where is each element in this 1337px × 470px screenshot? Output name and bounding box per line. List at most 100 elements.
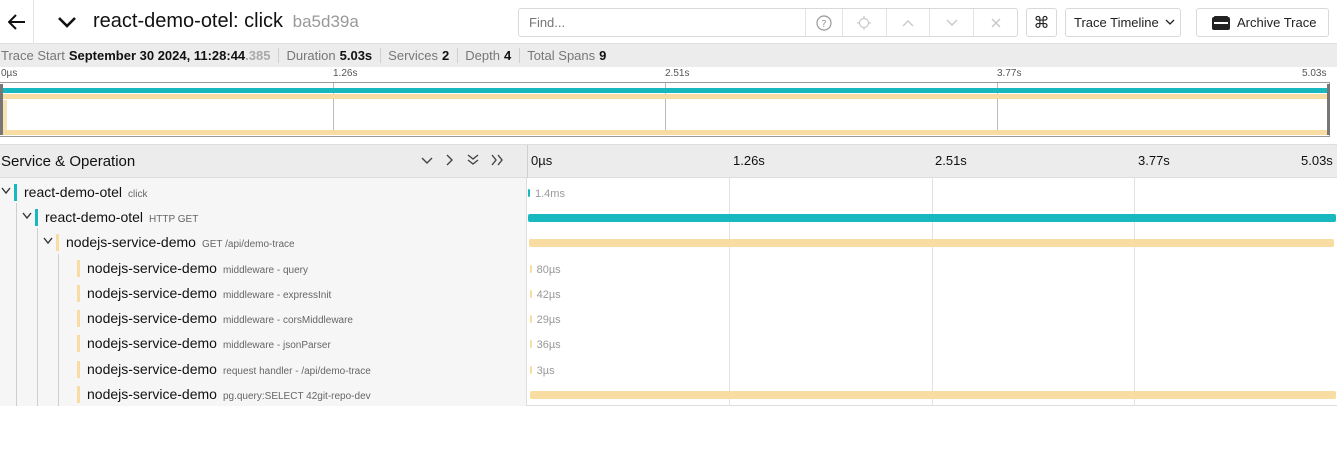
span-bar[interactable] bbox=[529, 265, 532, 273]
expand-all-button[interactable] bbox=[491, 154, 505, 169]
span-bar[interactable] bbox=[528, 214, 1336, 222]
span-bar[interactable] bbox=[529, 315, 532, 323]
chevron-down-icon bbox=[421, 157, 433, 164]
timeline-tick: 3.77s bbox=[1138, 153, 1170, 168]
service-color-marker bbox=[56, 234, 59, 251]
next-match-button[interactable] bbox=[929, 9, 973, 36]
service-name: nodejs-service-demo bbox=[66, 234, 196, 250]
service-color-marker bbox=[77, 335, 80, 352]
minimap-tick: 1.26s bbox=[333, 68, 358, 79]
minimap-span-bar bbox=[2, 130, 1328, 135]
expand-toggle[interactable] bbox=[1, 184, 13, 196]
service-name: nodejs-service-demo bbox=[87, 310, 217, 326]
trace-title: react-demo-otel: click ba5d39a bbox=[93, 10, 359, 33]
span-row[interactable]: nodejs-service-demo middleware - query 80µ… bbox=[0, 256, 1337, 281]
span-service-name[interactable]: react-demo-otel HTTP GET bbox=[45, 209, 198, 225]
collapse-chevron-icon[interactable] bbox=[56, 11, 78, 33]
collapse-one-button[interactable] bbox=[421, 154, 433, 169]
timeline-tick: 1.26s bbox=[733, 153, 765, 168]
span-duration-label: 36µs bbox=[536, 339, 561, 351]
span-bar[interactable] bbox=[529, 366, 532, 374]
column-resizer[interactable] bbox=[527, 145, 528, 178]
span-row[interactable]: react-demo-otel click 1.4ms bbox=[0, 180, 1337, 205]
service-color-marker bbox=[77, 361, 80, 378]
span-service-name[interactable]: nodejs-service-demo GET /api/demo-trace bbox=[66, 234, 295, 250]
expand-one-button[interactable] bbox=[445, 154, 455, 169]
tree-indent-guide bbox=[58, 254, 59, 406]
span-service-name[interactable]: nodejs-service-demo pg.query:SELECT 42git… bbox=[87, 386, 371, 402]
keyboard-shortcuts-button[interactable]: ⌘ bbox=[1026, 8, 1057, 37]
operation-name: HTTP GET bbox=[149, 214, 199, 225]
service-name: nodejs-service-demo bbox=[87, 361, 217, 377]
help-icon: ? bbox=[816, 14, 832, 31]
archive-trace-button[interactable]: Archive Trace bbox=[1196, 8, 1329, 37]
operation-name: middleware - query bbox=[222, 265, 308, 276]
span-row[interactable]: nodejs-service-demo middleware - corsMidd… bbox=[0, 306, 1337, 331]
service-name: react-demo-otel bbox=[24, 184, 123, 200]
span-service-name[interactable]: nodejs-service-demo middleware - jsonPars… bbox=[87, 335, 331, 351]
span-bar[interactable] bbox=[528, 239, 1335, 247]
minimap-tick: 5.03s bbox=[1302, 68, 1327, 79]
help-button[interactable]: ? bbox=[804, 9, 842, 36]
service-color-marker bbox=[77, 310, 80, 327]
command-icon: ⌘ bbox=[1033, 14, 1050, 32]
span-row[interactable]: react-demo-otel HTTP GET bbox=[0, 205, 1337, 230]
span-bar[interactable] bbox=[529, 340, 532, 348]
chevron-down-icon bbox=[22, 212, 32, 220]
prev-match-button[interactable] bbox=[885, 9, 930, 36]
span-bar[interactable] bbox=[529, 290, 532, 298]
trace-depth: Depth 4 bbox=[465, 48, 521, 63]
span-rows: react-demo-otel click 1.4ms react-demo-otel… bbox=[0, 178, 1337, 406]
trace-summary-bar: Trace Start September 30 2024, 11:28:44.… bbox=[0, 44, 1337, 67]
span-row[interactable]: nodejs-service-demo request handler - /ap… bbox=[0, 357, 1337, 382]
view-select-value: Trace Timeline bbox=[1074, 15, 1159, 30]
span-service-name[interactable]: react-demo-otel click bbox=[24, 184, 148, 200]
span-service-name[interactable]: nodejs-service-demo middleware - corsMidd… bbox=[87, 310, 353, 326]
clear-search-button[interactable] bbox=[973, 9, 1017, 36]
view-select[interactable]: Trace Timeline bbox=[1065, 8, 1181, 37]
service-color-marker bbox=[77, 386, 80, 403]
expand-toggle[interactable] bbox=[43, 234, 55, 246]
trace-services: Services 2 bbox=[388, 48, 459, 63]
timeline-tick: 5.03s bbox=[1301, 153, 1333, 168]
close-icon bbox=[991, 18, 1001, 27]
span-row[interactable]: nodejs-service-demo middleware - jsonPars… bbox=[0, 331, 1337, 356]
minimap-span-bar bbox=[2, 94, 1328, 99]
trace-id: ba5d39a bbox=[292, 12, 359, 31]
back-button[interactable] bbox=[0, 0, 34, 44]
archive-trace-label: Archive Trace bbox=[1237, 15, 1317, 30]
span-duration-label: 3µs bbox=[536, 365, 555, 377]
span-service-name[interactable]: nodejs-service-demo request handler - /ap… bbox=[87, 361, 371, 377]
find-input[interactable] bbox=[519, 9, 805, 36]
chevron-down-icon bbox=[43, 237, 53, 245]
service-color-marker bbox=[14, 184, 17, 201]
chevron-down-icon bbox=[1165, 19, 1175, 25]
service-operation-title: Service & Operation bbox=[1, 153, 136, 170]
trace-name: react-demo-otel: click bbox=[93, 10, 284, 32]
arrow-left-icon bbox=[7, 14, 25, 30]
operation-name: middleware - expressInit bbox=[222, 290, 332, 301]
span-row[interactable]: nodejs-service-demo GET /api/demo-trace bbox=[0, 230, 1337, 255]
service-name: nodejs-service-demo bbox=[87, 386, 217, 402]
double-chevron-down-icon bbox=[467, 154, 479, 165]
span-bar[interactable] bbox=[530, 391, 1336, 399]
minimap-tick: 3.77s bbox=[997, 68, 1022, 79]
span-service-name[interactable]: nodejs-service-demo middleware - expressI… bbox=[87, 285, 331, 301]
trace-header: react-demo-otel: click ba5d39a ? ⌘ bbox=[0, 0, 1337, 44]
span-row[interactable]: nodejs-service-demo pg.query:SELECT 42git… bbox=[0, 382, 1337, 407]
expand-toggle[interactable] bbox=[22, 209, 34, 221]
chevron-right-icon bbox=[446, 154, 453, 166]
trace-total-spans: Total Spans 9 bbox=[527, 48, 607, 63]
locate-button[interactable] bbox=[841, 9, 886, 36]
trace-minimap[interactable]: 0µs 1.26s 2.51s 3.77s 5.03s bbox=[0, 67, 1337, 144]
svg-text:?: ? bbox=[821, 19, 826, 30]
span-service-name[interactable]: nodejs-service-demo middleware - query bbox=[87, 260, 308, 276]
collapse-all-button[interactable] bbox=[467, 154, 479, 169]
minimap-right-handle[interactable] bbox=[1327, 84, 1330, 135]
span-bar[interactable] bbox=[528, 189, 530, 197]
minimap-left-handle[interactable] bbox=[0, 84, 3, 135]
tree-indent-guide bbox=[16, 203, 17, 406]
span-row[interactable]: nodejs-service-demo middleware - expressI… bbox=[0, 281, 1337, 306]
find-box: ? bbox=[518, 8, 1018, 37]
crosshair-icon bbox=[857, 15, 872, 30]
